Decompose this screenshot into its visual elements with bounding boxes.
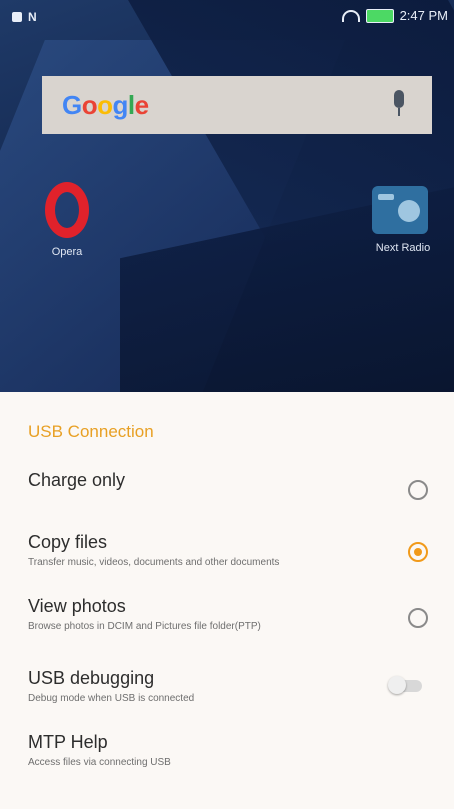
app-label: Opera [51,246,83,258]
option-description: Debug mode when USB is connected [28,693,195,704]
google-logo-letter: e [134,89,149,120]
option-view-photos[interactable]: View photos Browse photos in DCIM and Pi… [28,596,428,632]
usb-connection-sheet: USB Connection Charge only Copy files Tr… [0,392,454,809]
usb-debugging-row[interactable]: USB debugging Debug mode when USB is con… [28,668,428,704]
option-description: Transfer music, videos, documents and ot… [28,557,280,568]
option-label: Charge only [28,470,126,490]
option-label: Copy files [28,532,108,552]
radio-button[interactable] [408,480,428,500]
clock: 2:47 PM [399,8,448,23]
wifi-icon [341,9,360,22]
nfc-icon: N [28,10,37,24]
option-label: USB debugging [28,668,155,688]
app-label: Next Radio [375,242,431,254]
mtp-help-row[interactable]: MTP Help Access files via connecting USB [28,732,428,768]
google-logo-letter: g [112,89,129,120]
google-logo-letter: o [97,89,113,120]
option-description: Browse photos in DCIM and Pictures file … [28,621,261,632]
google-logo-letter: G [62,89,82,120]
radio-button[interactable] [408,608,428,628]
opera-icon [45,182,89,238]
battery-icon [365,8,394,23]
option-label: View photos [28,596,126,616]
option-charge-only[interactable]: Charge only [28,470,428,500]
radio-icon [372,186,428,234]
option-description: Access files via connecting USB [28,757,171,768]
option-label: MTP Help [28,732,108,752]
mic-icon[interactable] [392,90,406,120]
google-logo-letter: o [81,89,98,120]
notification-icons: N [12,10,37,24]
google-logo-letter: l [127,89,135,120]
radio-button[interactable] [408,542,428,562]
sheet-title: USB Connection [28,422,154,441]
system-icons: 2:47 PM [341,8,448,23]
app-opera[interactable]: Opera [32,182,102,258]
notification-icon [12,12,22,22]
app-next-radio[interactable]: Next Radio [352,186,454,254]
google-search-bar[interactable]: Google [42,76,432,134]
usb-debugging-toggle[interactable] [388,674,424,696]
google-logo: Google [62,90,149,121]
option-copy-files[interactable]: Copy files Transfer music, videos, docum… [28,532,428,568]
status-bar: N 2:47 PM [0,0,454,32]
